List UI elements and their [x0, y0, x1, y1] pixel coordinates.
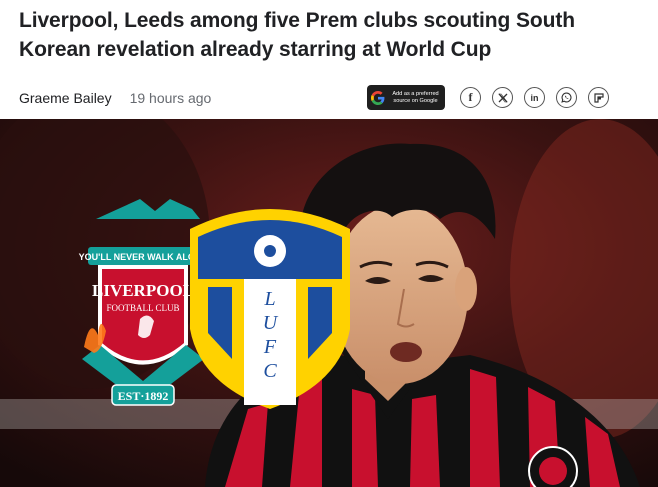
- preferred-source-text: Add as a preferred source on Google: [389, 91, 442, 105]
- leeds-letter: C: [263, 360, 277, 382]
- hero-image: YOU'LL NEVER WALK ALONE LIVERPOOL FOOTBA…: [0, 119, 658, 487]
- flipboard-share-button[interactable]: [588, 87, 609, 108]
- liverpool-banner: YOU'LL NEVER WALK ALONE: [79, 252, 208, 262]
- player-mouth: [390, 342, 422, 362]
- preferred-source-line1: Add as a preferred: [392, 90, 439, 97]
- x-share-button[interactable]: [492, 87, 513, 108]
- google-icon: [371, 90, 385, 105]
- article-headline: Liverpool, Leeds among five Prem clubs s…: [19, 9, 575, 61]
- facebook-icon: f: [468, 90, 473, 104]
- share-buttons: f in: [460, 87, 609, 108]
- preferred-source-google-button[interactable]: Add as a preferred source on Google: [367, 85, 445, 110]
- player-ear: [455, 267, 477, 311]
- liverpool-est: EST·1892: [118, 389, 169, 403]
- author-name[interactable]: Graeme Bailey: [19, 90, 112, 106]
- leeds-letter: F: [263, 336, 277, 358]
- leeds-letter: L: [263, 288, 275, 310]
- leeds-letter: U: [263, 312, 279, 334]
- linkedin-icon: in: [530, 92, 539, 103]
- byline: Graeme Bailey 19 hours ago: [19, 87, 211, 109]
- whatsapp-share-button[interactable]: [556, 87, 577, 108]
- hero-illustration: YOU'LL NEVER WALK ALONE LIVERPOOL FOOTBA…: [0, 119, 658, 487]
- preferred-source-line2: source on Google: [393, 97, 438, 104]
- published-time: 19 hours ago: [129, 90, 212, 106]
- x-icon: [497, 93, 508, 102]
- facebook-share-button[interactable]: f: [460, 87, 481, 108]
- flipboard-icon: [593, 92, 604, 103]
- liverpool-name: LIVERPOOL: [92, 281, 194, 300]
- linkedin-share-button[interactable]: in: [524, 87, 545, 108]
- whatsapp-icon: [561, 92, 572, 103]
- liverpool-subname: FOOTBALL CLUB: [107, 303, 180, 313]
